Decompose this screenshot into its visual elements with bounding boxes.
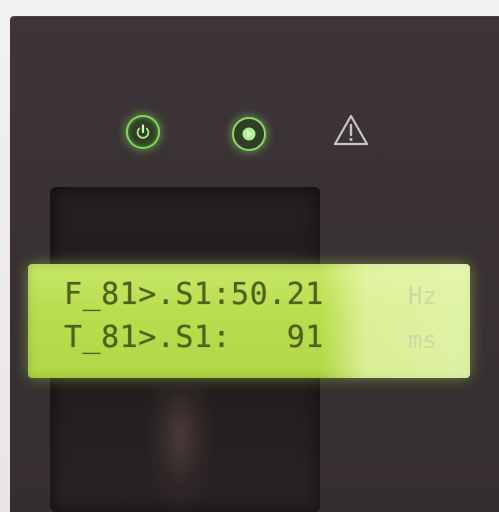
- lcd-glare: [320, 264, 470, 378]
- lcd-display: F_81>.S1:50.21 Hz T_81>.S1: 91 ms: [28, 264, 470, 378]
- run-icon: [241, 126, 257, 142]
- power-indicator-led: [126, 115, 160, 149]
- run-indicator-led: [232, 117, 266, 151]
- power-icon: [135, 124, 151, 140]
- lcd-line-time: T_81>.S1: 91: [64, 320, 324, 355]
- panel-reflection: [145, 385, 215, 512]
- lcd-line-frequency: F_81>.S1:50.21: [64, 277, 324, 312]
- warning-icon: [333, 113, 369, 147]
